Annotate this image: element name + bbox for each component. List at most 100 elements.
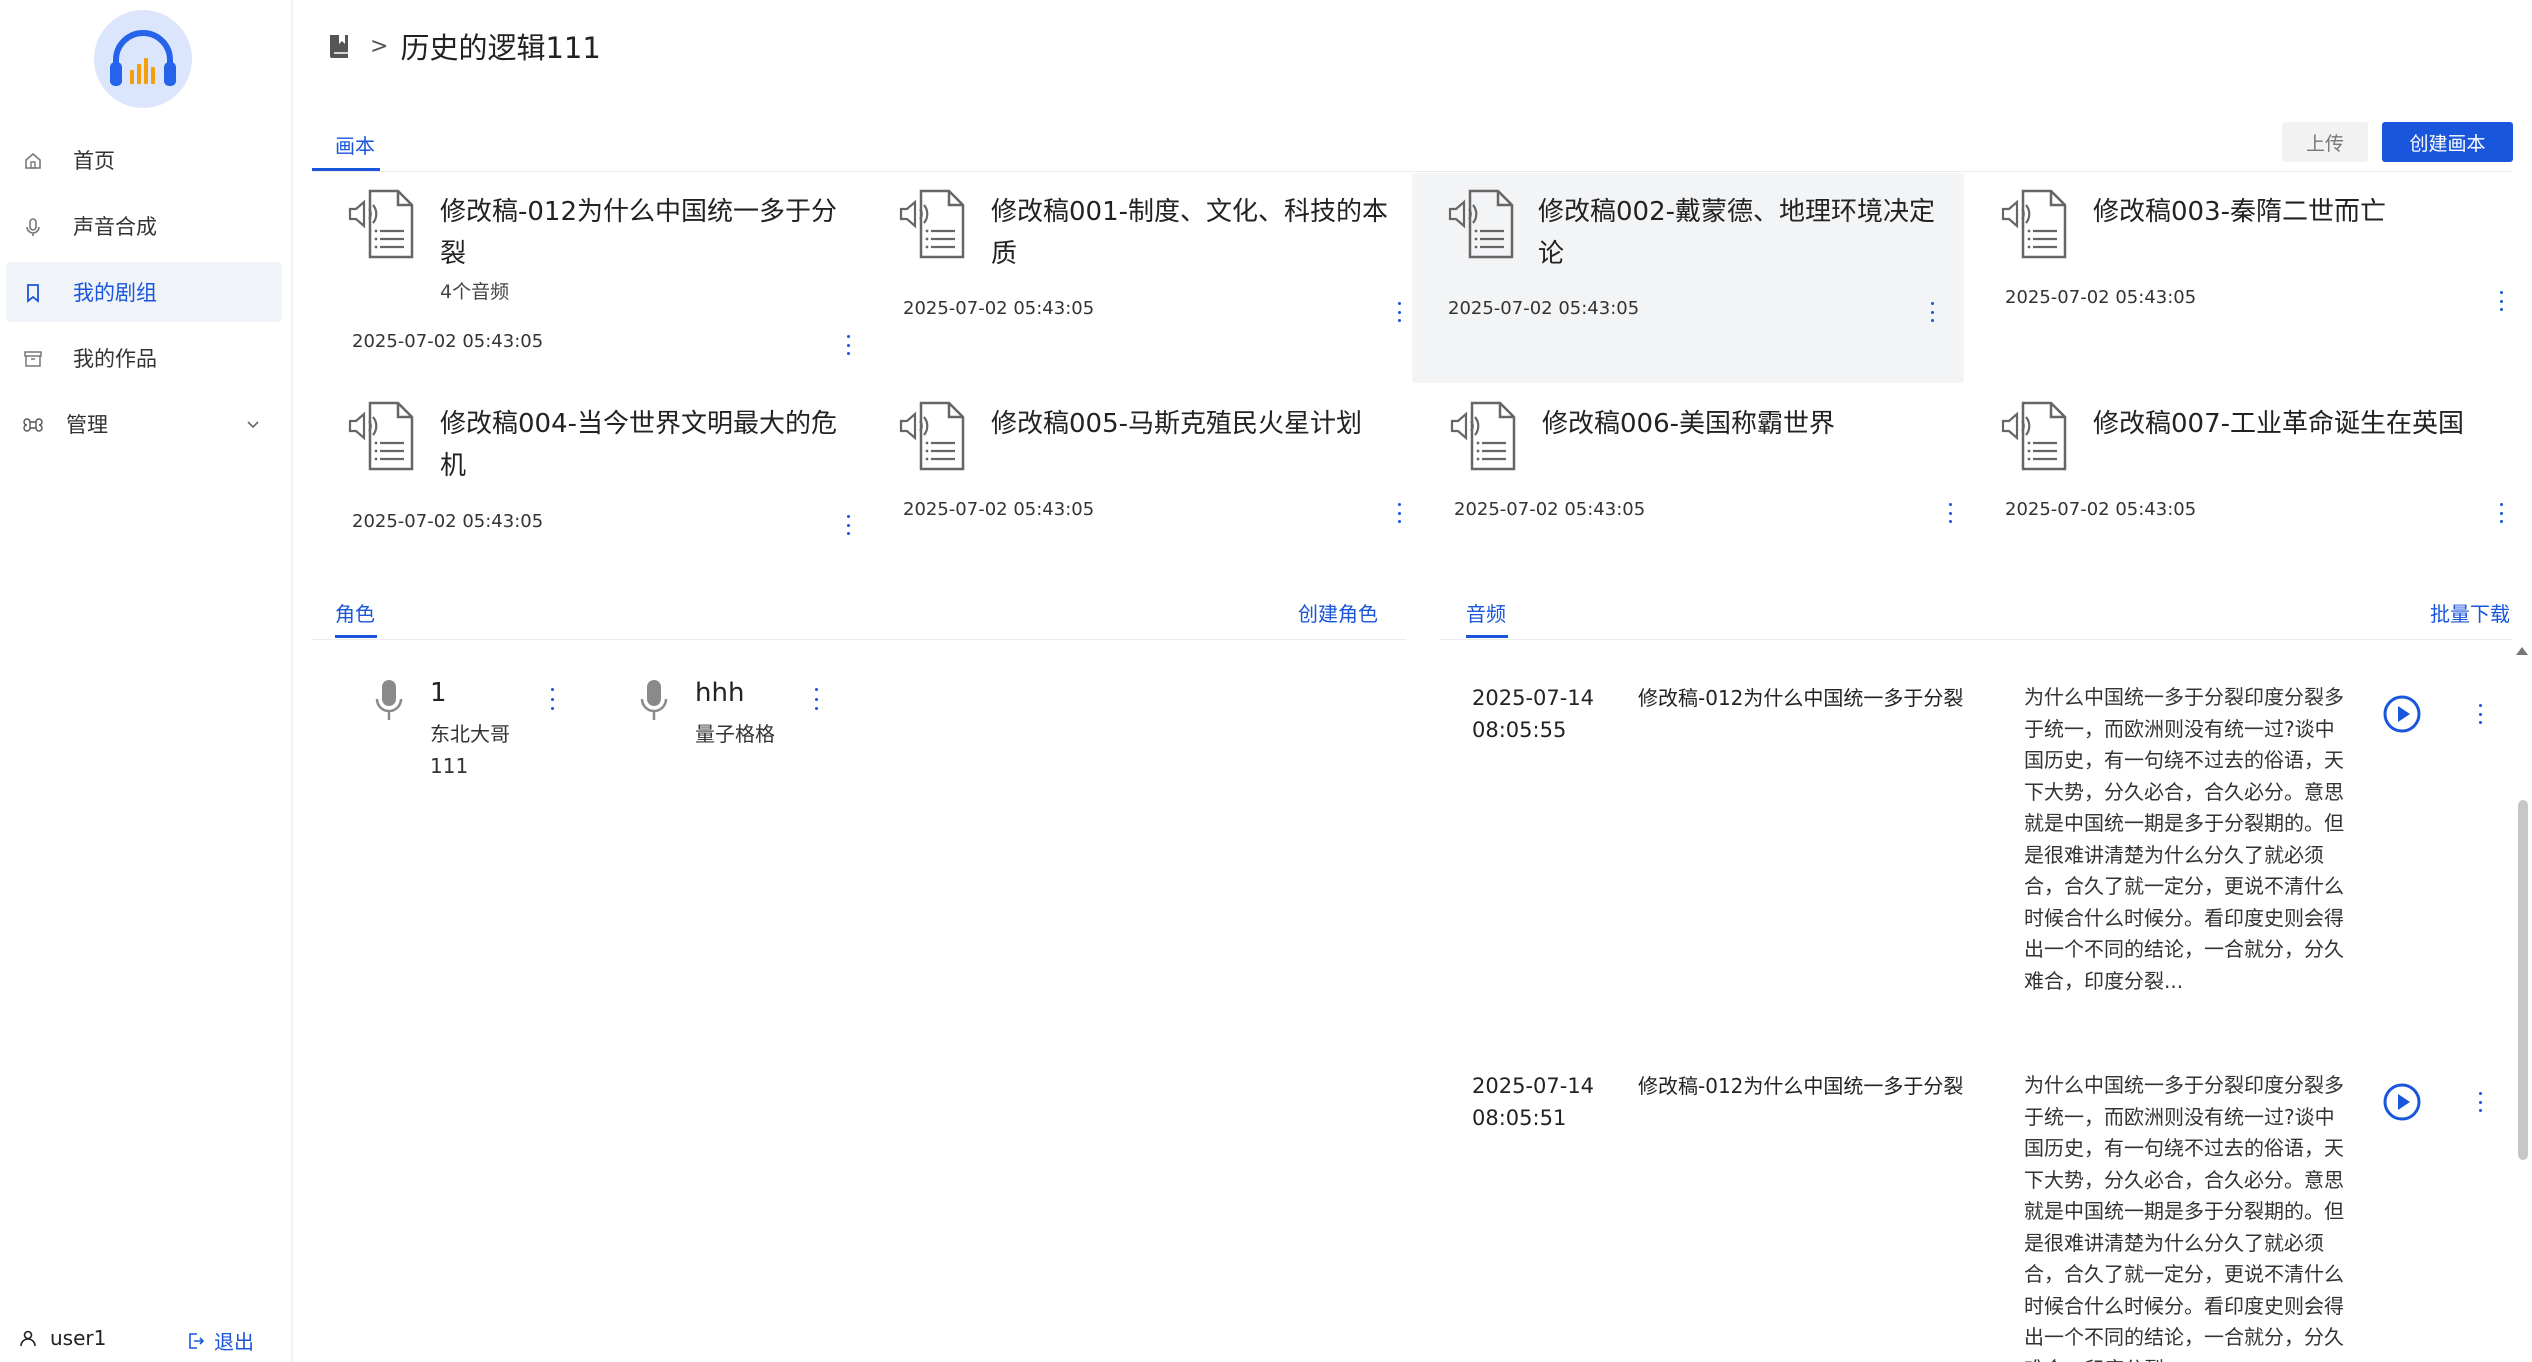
archive-icon xyxy=(24,351,42,367)
microphone-icon xyxy=(26,218,40,236)
book-card[interactable]: 修改稿007-工业革命诞生在英国 2025-07-02 05:43:05 xyxy=(1983,385,2532,545)
audio-document-icon xyxy=(2001,401,2067,471)
bookmark-icon xyxy=(27,284,39,303)
sidebar-item-my-works[interactable]: 我的作品 xyxy=(6,328,282,388)
divider xyxy=(312,171,2512,172)
more-options-icon[interactable] xyxy=(1922,300,1942,324)
audio-document-icon xyxy=(348,189,414,259)
audio-date: 2025-07-14 08:05:55 xyxy=(1472,686,1595,742)
sidebar-item-home[interactable]: 首页 xyxy=(6,130,282,190)
divider xyxy=(1440,639,2512,640)
book-title: 修改稿003-秦隋二世而亡 xyxy=(2093,197,2387,227)
role-card[interactable]: hhh 量子格格 xyxy=(637,678,837,788)
logout-button[interactable]: 退出 xyxy=(186,1326,254,1355)
book-date: 2025-07-02 05:43:05 xyxy=(352,511,544,532)
book-date: 2025-07-02 05:43:05 xyxy=(352,331,544,352)
tab-roles[interactable]: 角色 xyxy=(335,598,375,627)
audio-name: 修改稿-012为什么中国统一多于分裂 xyxy=(1638,686,1964,710)
microphone-icon xyxy=(640,680,668,720)
book-card[interactable]: 修改稿003-秦隋二世而亡 2025-07-02 05:43:05 xyxy=(1983,173,2532,383)
book-title: 修改稿005-马斯克殖民火星计划 xyxy=(991,409,1363,439)
role-voice: 量子格格 xyxy=(695,722,775,746)
role-card[interactable]: 1 东北大哥111 xyxy=(372,678,572,788)
role-voice: 东北大哥111 xyxy=(430,722,510,778)
chevron-down-icon xyxy=(247,421,259,429)
book-date: 2025-07-02 05:43:05 xyxy=(1448,298,1640,319)
batch-download-button[interactable]: 批量下载 xyxy=(2430,598,2510,627)
more-options-icon[interactable] xyxy=(838,333,858,357)
audio-document-icon xyxy=(899,401,965,471)
page-title: 历史的逻辑111 xyxy=(400,31,601,65)
more-options-icon[interactable] xyxy=(2491,289,2511,313)
sidebar-item-label: 声音合成 xyxy=(73,215,157,239)
create-book-button[interactable]: 创建画本 xyxy=(2382,122,2513,162)
book-icon xyxy=(330,35,348,58)
user-icon xyxy=(20,1330,36,1347)
more-options-icon[interactable] xyxy=(1389,300,1409,324)
more-options-icon[interactable] xyxy=(1940,501,1960,525)
book-date: 2025-07-02 05:43:05 xyxy=(2005,499,2197,520)
sidebar-item-voice-synthesis[interactable]: 声音合成 xyxy=(6,196,282,256)
user-info: user1 xyxy=(18,1326,106,1350)
breadcrumb-separator: > xyxy=(370,33,389,59)
create-role-button[interactable]: 创建角色 xyxy=(1298,598,1378,627)
audio-document-icon xyxy=(1448,189,1514,259)
upload-button[interactable]: 上传 xyxy=(2282,122,2368,162)
more-options-icon[interactable] xyxy=(542,688,562,710)
book-title: 修改稿002-戴蒙德、地理环境决定论 xyxy=(1538,197,1936,269)
breadcrumb: > 历史的逻辑111 xyxy=(326,26,601,66)
sidebar-item-label: 管理 xyxy=(66,413,108,437)
tab-books[interactable]: 画本 xyxy=(335,130,375,159)
book-card[interactable]: 修改稿002-戴蒙德、地理环境决定论 2025-07-02 05:43:05 xyxy=(1412,173,1964,383)
audio-name: 修改稿-012为什么中国统一多于分裂 xyxy=(1638,1074,1964,1098)
scroll-up-icon[interactable] xyxy=(2516,647,2528,655)
tab-roles-underline xyxy=(335,635,377,638)
headphones-logo-icon xyxy=(110,30,176,86)
sidebar-item-admin[interactable]: 管理 xyxy=(6,394,282,454)
logout-icon xyxy=(189,1332,205,1349)
audio-date: 2025-07-14 08:05:51 xyxy=(1472,1074,1595,1130)
audio-document-icon xyxy=(899,189,965,259)
scrollbar-thumb[interactable] xyxy=(2518,800,2528,1160)
home-icon xyxy=(25,152,41,169)
book-card[interactable]: 修改稿005-马斯克殖民火星计划 2025-07-02 05:43:05 xyxy=(881,385,1431,545)
sidebar-item-label: 我的剧组 xyxy=(73,281,157,305)
sidebar-item-my-troupe[interactable]: 我的剧组 xyxy=(6,262,282,322)
play-icon[interactable] xyxy=(2382,694,2422,734)
sidebar: 首页 声音合成 我的剧组 我的作品 管理 user1 退出 xyxy=(0,0,293,1362)
book-title: 修改稿007-工业革命诞生在英国 xyxy=(2093,409,2465,439)
audio-text: 为什么中国统一多于分裂印度分裂多于统一，而欧洲则没有统一过?谈中国历史，有一句绕… xyxy=(2024,1073,2344,1362)
role-name: hhh xyxy=(695,678,745,708)
audio-document-icon xyxy=(1450,401,1516,471)
more-options-icon[interactable] xyxy=(2475,1092,2485,1112)
app-logo[interactable] xyxy=(94,10,192,108)
play-icon[interactable] xyxy=(2382,1082,2422,1122)
more-options-icon[interactable] xyxy=(2491,501,2511,525)
logout-label: 退出 xyxy=(214,1330,254,1354)
book-date: 2025-07-02 05:43:05 xyxy=(1454,499,1646,520)
tab-audio[interactable]: 音频 xyxy=(1466,598,1506,627)
more-options-icon[interactable] xyxy=(838,513,858,537)
microphone-icon xyxy=(375,680,403,720)
username: user1 xyxy=(50,1326,107,1350)
book-date: 2025-07-02 05:43:05 xyxy=(903,499,1095,520)
sidebar-item-label: 我的作品 xyxy=(73,347,157,371)
book-title: 修改稿-012为什么中国统一多于分裂 xyxy=(440,197,838,269)
audio-row: 2025-07-14 08:05:55 修改稿-012为什么中国统一多于分裂 为… xyxy=(1470,682,2510,1027)
command-icon xyxy=(23,418,43,432)
book-title: 修改稿001-制度、文化、科技的本质 xyxy=(991,197,1389,269)
audio-row: 2025-07-14 08:05:51 修改稿-012为什么中国统一多于分裂 为… xyxy=(1470,1070,2510,1362)
more-options-icon[interactable] xyxy=(1389,501,1409,525)
tab-audio-underline xyxy=(1466,635,1508,638)
book-card[interactable]: 修改稿001-制度、文化、科技的本质 2025-07-02 05:43:05 xyxy=(881,173,1431,383)
more-options-icon[interactable] xyxy=(806,688,826,710)
book-card[interactable]: 修改稿006-美国称霸世界 2025-07-02 05:43:05 xyxy=(1432,385,1982,545)
book-date: 2025-07-02 05:43:05 xyxy=(903,298,1095,319)
sidebar-item-label: 首页 xyxy=(73,149,115,173)
book-card[interactable]: 修改稿004-当今世界文明最大的危机 2025-07-02 05:43:05 xyxy=(330,385,880,545)
book-card[interactable]: 修改稿-012为什么中国统一多于分裂 4个音频 2025-07-02 05:43… xyxy=(330,173,880,383)
audio-document-icon xyxy=(348,401,414,471)
role-name: 1 xyxy=(430,678,447,708)
audio-text: 为什么中国统一多于分裂印度分裂多于统一，而欧洲则没有统一过?谈中国历史，有一句绕… xyxy=(2024,685,2344,993)
more-options-icon[interactable] xyxy=(2475,704,2485,724)
